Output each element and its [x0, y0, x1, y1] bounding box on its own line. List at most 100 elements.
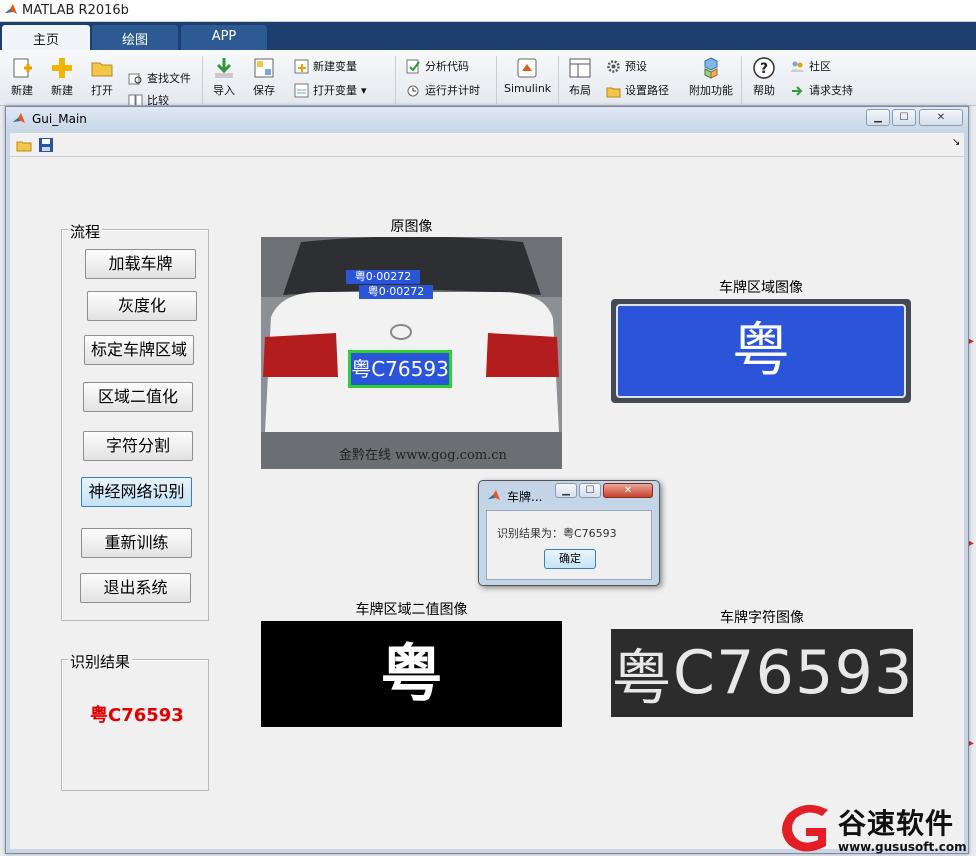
binary-image-title: 车牌区域二值图像	[355, 602, 468, 618]
new-label: 新建	[51, 84, 73, 97]
toolbar-expand-icon[interactable]: ↘	[952, 137, 960, 148]
tab-home[interactable]: 主页	[2, 25, 90, 50]
request-support-label: 请求支持	[809, 84, 853, 97]
community-icon	[791, 61, 804, 72]
run-and-time-button[interactable]: 运行并计时	[406, 82, 480, 98]
analyze-code-button[interactable]: 分析代码	[406, 58, 469, 74]
photo-watermark: 金黔在线 www.gog.com.cn	[339, 448, 507, 463]
watermark-url: www.gususoft.com	[838, 840, 967, 854]
matlab-logo-icon	[5, 4, 17, 14]
preferences-label: 预设	[625, 60, 647, 73]
plate-region-title: 车牌区域图像	[719, 280, 803, 296]
compare-button[interactable]: 比较	[128, 92, 169, 105]
open-variable-icon	[294, 83, 309, 97]
import-label: 导入	[213, 84, 235, 97]
site-watermark: 谷速软件 www.gususoft.com	[776, 800, 976, 856]
char-segment: 9	[834, 638, 873, 708]
ribbon-toolstrip: 新建 新建 打开 查找文件 比较 导入 保存 新建变量 打开变量 ▾ 分析代码	[0, 50, 976, 106]
editor-marker: ▸	[969, 538, 975, 549]
char-segment: 6	[755, 638, 794, 708]
nn-recognize-button[interactable]: 神经网络识别	[81, 477, 192, 507]
char-segment: 5	[795, 638, 834, 708]
watermark-brand: 谷速软件	[838, 807, 955, 840]
open-variable-label: 打开变量	[313, 84, 357, 97]
new-variable-icon	[294, 59, 309, 73]
save-workspace-button[interactable]: 保存	[250, 56, 278, 98]
detected-plate: 粤C76593	[348, 350, 452, 388]
help-icon: ?	[753, 57, 775, 79]
dialog-title: 车牌...	[507, 490, 543, 504]
minimize-button[interactable]: ▁	[866, 109, 890, 126]
layout-button[interactable]: 布局	[566, 56, 594, 98]
save-workspace-icon	[254, 58, 274, 78]
dialog-close-button[interactable]: ✕	[603, 483, 653, 498]
tab-apps[interactable]: APP	[181, 25, 267, 50]
help-label: 帮助	[753, 84, 775, 97]
original-image-title: 原图像	[390, 219, 433, 235]
editor-marker: ▸	[969, 738, 975, 749]
simulink-button[interactable]: Simulink	[504, 56, 551, 95]
char-segment: 粤	[611, 643, 672, 714]
matlab-logo-icon	[13, 113, 25, 123]
gususoft-logo-icon	[782, 804, 828, 852]
ribbon-separator	[202, 56, 203, 104]
binarize-region-button[interactable]: 区域二值化	[83, 382, 193, 412]
retrain-button[interactable]: 重新训练	[81, 528, 192, 558]
save-workspace-label: 保存	[253, 84, 275, 97]
request-support-button[interactable]: 请求支持	[790, 82, 853, 98]
tab-plots[interactable]: 绘图	[92, 25, 178, 50]
maximize-button[interactable]: ☐	[892, 109, 916, 126]
char-segment: C	[672, 638, 715, 708]
windshield-tag: 粤0·00272	[346, 270, 420, 284]
open-button[interactable]: 打开	[88, 56, 116, 98]
segment-chars-button[interactable]: 字符分割	[83, 431, 193, 461]
community-button[interactable]: 社区	[790, 58, 831, 74]
gui-toolbar: ↘	[10, 133, 964, 157]
ok-button[interactable]: 确定	[544, 549, 596, 569]
original-image: 粤0·00272 粤0·00272 粤C76593 金黔在线 www.gog.c…	[261, 237, 562, 469]
matlab-window-title: MATLAB R2016b	[22, 3, 129, 18]
locate-plate-button[interactable]: 标定车牌区域	[84, 335, 194, 365]
dialog-body: 识别结果为：粤C76593 确定	[486, 510, 652, 580]
ribbon-tabbar: 主页 绘图 APP	[0, 22, 976, 50]
find-files-label: 查找文件	[147, 72, 191, 85]
exit-button[interactable]: 退出系统	[80, 573, 191, 603]
result-value: 粤C76593	[90, 705, 184, 726]
new-button[interactable]: 新建	[48, 56, 76, 98]
binary-image: 粤C·76593	[261, 621, 562, 727]
simulink-icon	[517, 58, 537, 78]
import-icon	[215, 58, 233, 78]
char-segment: 3	[874, 638, 913, 708]
set-path-button[interactable]: 设置路径	[606, 82, 669, 98]
grayscale-button[interactable]: 灰度化	[87, 291, 197, 321]
dialog-maximize-button[interactable]: ☐	[579, 483, 601, 498]
new-variable-label: 新建变量	[313, 60, 357, 73]
layout-label: 布局	[569, 84, 591, 97]
flow-panel: 流程	[61, 221, 209, 621]
save-icon[interactable]	[38, 137, 54, 153]
open-label: 打开	[91, 84, 113, 97]
binary-plate-text: 粤C·76593	[380, 637, 443, 710]
open-file-icon[interactable]	[16, 137, 32, 153]
help-button[interactable]: ? 帮助	[750, 56, 778, 98]
import-button[interactable]: 导入	[210, 56, 238, 98]
preferences-button[interactable]: 预设	[606, 58, 647, 74]
plus-icon	[52, 58, 72, 78]
find-files-button[interactable]: 查找文件	[128, 70, 191, 86]
analyze-code-label: 分析代码	[425, 60, 469, 73]
chevron-down-icon[interactable]: ▾	[361, 84, 367, 97]
result-panel-title: 识别结果	[68, 651, 133, 672]
plate-region-text: 粤C·76593	[616, 304, 906, 398]
plate-region-image: 粤C·76593	[611, 299, 911, 403]
dialog-minimize-button[interactable]: ▁	[555, 483, 577, 498]
chars-image: 粤 C 7 6 5 9 3	[611, 629, 913, 717]
close-button[interactable]: ✕	[919, 109, 963, 126]
new-variable-button[interactable]: 新建变量	[294, 58, 357, 74]
find-files-icon	[128, 73, 142, 84]
set-path-icon	[606, 87, 621, 97]
addons-button[interactable]: 附加功能	[688, 56, 734, 98]
load-plate-button[interactable]: 加载车牌	[85, 249, 196, 279]
matlab-titlebar: MATLAB R2016b	[0, 0, 976, 22]
new-script-button[interactable]: 新建	[8, 56, 36, 98]
open-variable-button[interactable]: 打开变量 ▾	[294, 82, 367, 98]
